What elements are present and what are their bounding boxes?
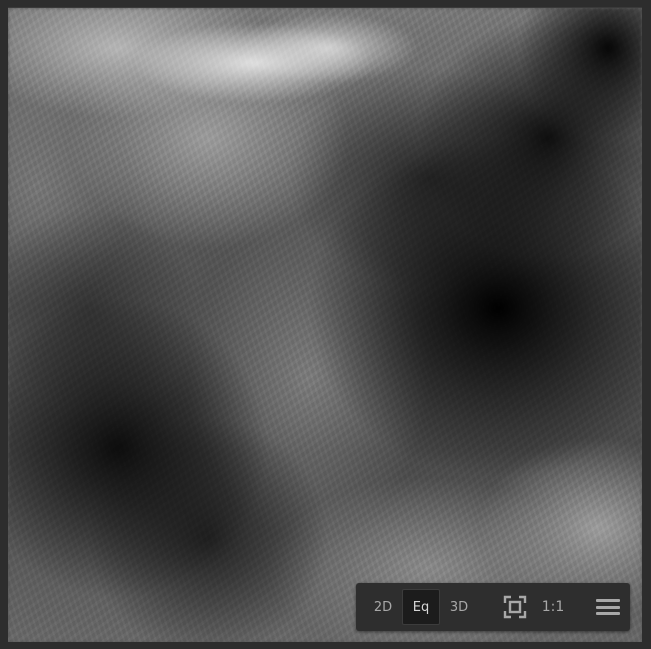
image-viewer: 2D Eq 3D 1:1 xyxy=(0,0,651,649)
view-eq-button[interactable]: Eq xyxy=(402,589,440,625)
fit-to-view-button[interactable] xyxy=(496,589,534,625)
actual-size-button[interactable]: 1:1 xyxy=(534,589,572,625)
view-3d-button[interactable]: 3D xyxy=(440,589,478,625)
heightmap-viewport[interactable] xyxy=(8,7,642,642)
heightmap-texture xyxy=(8,8,642,642)
view-2d-button[interactable]: 2D xyxy=(364,589,402,625)
menu-button[interactable] xyxy=(588,589,628,625)
fit-to-view-icon xyxy=(503,595,527,619)
hamburger-menu-icon xyxy=(596,599,620,615)
view-toolbar: 2D Eq 3D 1:1 xyxy=(356,583,630,631)
